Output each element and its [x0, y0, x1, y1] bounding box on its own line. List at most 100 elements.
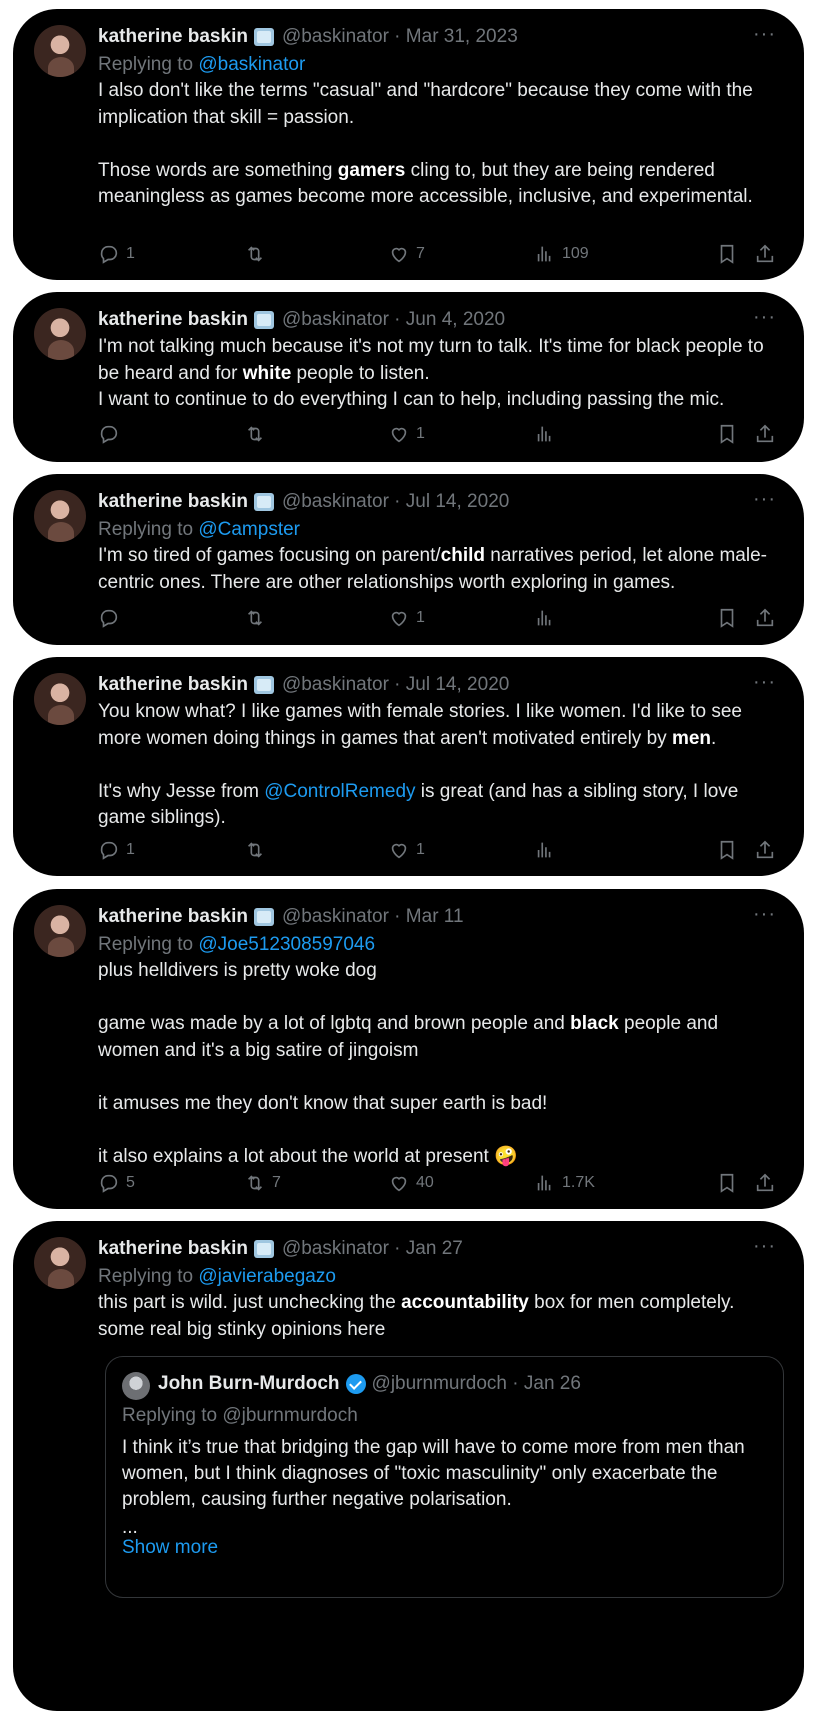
like-button[interactable]: 40	[388, 1170, 434, 1196]
retweet-button[interactable]	[244, 241, 272, 267]
tweet-card[interactable]: katherine baskin @baskinator · Jul 14, 20…	[13, 657, 804, 876]
like-icon	[391, 843, 407, 859]
reply-button[interactable]	[98, 421, 126, 447]
handle[interactable]: @baskinator	[282, 309, 389, 330]
avatar[interactable]	[34, 308, 86, 360]
author-handle[interactable]: @baskinator · Mar 31, 2023	[282, 26, 518, 48]
like-button[interactable]: 7	[388, 241, 425, 267]
show-more-link[interactable]: Show more	[122, 1537, 218, 1559]
tweet-date[interactable]: Mar 11	[406, 906, 464, 927]
tweet-card[interactable]: katherine baskin @baskinator · Jul 14, 20…	[13, 474, 804, 645]
tweet-paragraph: I'm not talking much because it's not my…	[98, 334, 776, 414]
retweet-button[interactable]	[244, 421, 272, 447]
avatar[interactable]	[34, 1237, 86, 1289]
mention-link[interactable]: @ControlRemedy	[264, 781, 415, 802]
tweet-content: katherine baskin @baskinator · Mar 31, 20…	[98, 23, 776, 211]
like-button[interactable]: 1	[388, 837, 425, 863]
more-options-icon[interactable]: ···	[753, 306, 776, 329]
reply-button[interactable]: 1	[98, 837, 135, 863]
quoted-avatar[interactable]	[122, 1372, 150, 1400]
views-button[interactable]	[534, 837, 562, 863]
author-name[interactable]: katherine baskin	[98, 309, 248, 331]
author-name[interactable]: katherine baskin	[98, 906, 248, 928]
tweet-date[interactable]: Jul 14, 2020	[406, 674, 510, 695]
author-handle[interactable]: @baskinator · Jul 14, 2020	[282, 674, 509, 696]
bookmark-button[interactable]	[716, 241, 738, 267]
tweet-date[interactable]: Mar 31, 2023	[406, 26, 518, 47]
tweet-card[interactable]: katherine baskin @baskinator · Mar 31, 20…	[13, 9, 804, 280]
tweet-card[interactable]: katherine baskin @baskinator · Jun 4, 202…	[13, 292, 804, 462]
like-icon	[391, 611, 407, 627]
bookmark-button[interactable]	[716, 837, 738, 863]
text-segment: it amuses me they don't know that super …	[98, 1092, 548, 1114]
views-button[interactable]: 1.7K	[534, 1170, 595, 1196]
author-handle[interactable]: @baskinator · Jan 27	[282, 1238, 463, 1260]
tweet-card[interactable]: katherine baskin @baskinator · Jan 27 ··· R…	[13, 1221, 804, 1711]
tweet-date[interactable]: Jun 4, 2020	[406, 309, 505, 330]
quoted-author-name[interactable]: John Burn-Murdoch	[158, 1373, 340, 1395]
quoted-handle[interactable]: @jburnmurdoch · Jan 26	[372, 1373, 581, 1395]
bookmark-button[interactable]	[716, 1170, 738, 1196]
views-button[interactable]: 109	[534, 241, 589, 267]
author-handle[interactable]: @baskinator · Jul 14, 2020	[282, 491, 509, 513]
more-options-icon[interactable]: ···	[753, 671, 776, 694]
share-button[interactable]	[754, 1170, 776, 1196]
separator: ·	[388, 906, 406, 927]
author-name[interactable]: katherine baskin	[98, 26, 248, 48]
handle[interactable]: @baskinator	[282, 491, 389, 512]
author-handle[interactable]: @baskinator · Jun 4, 2020	[282, 309, 505, 331]
tweet-paragraph: it also explains a lot about the world a…	[98, 1144, 776, 1171]
replying-to-link[interactable]: @baskinator	[198, 54, 305, 75]
handle[interactable]: @baskinator	[282, 26, 389, 47]
share-button[interactable]	[754, 837, 776, 863]
likes-count: 40	[416, 1174, 434, 1191]
replying-to-link[interactable]: @Campster	[198, 519, 300, 540]
like-button[interactable]: 1	[388, 421, 425, 447]
retweet-button[interactable]	[244, 837, 272, 863]
reply-button[interactable]: 1	[98, 241, 135, 267]
tweet-date[interactable]: Jan 27	[406, 1238, 463, 1259]
bookmark-button[interactable]	[716, 421, 738, 447]
quoted-tweet[interactable]: John Burn-Murdoch @jburnmurdoch · Jan 26 R…	[105, 1356, 784, 1598]
replying-to-link[interactable]: @javierabegazo	[198, 1266, 336, 1287]
handle[interactable]: @baskinator	[282, 674, 389, 695]
share-button[interactable]	[754, 241, 776, 267]
tweet-paragraph: You know what? I like games with female …	[98, 699, 776, 752]
retweet-button[interactable]	[244, 605, 272, 631]
share-button[interactable]	[754, 421, 776, 447]
author-name[interactable]: katherine baskin	[98, 491, 248, 513]
replying-to: Replying to @Joe512308597046	[98, 931, 776, 958]
more-options-icon[interactable]: ···	[753, 488, 776, 511]
replying-to-link[interactable]: @Joe512308597046	[198, 934, 375, 955]
reply-button[interactable]	[98, 605, 126, 631]
retweet-icon	[247, 1175, 263, 1191]
author-handle[interactable]: @baskinator · Mar 11	[282, 906, 464, 928]
avatar[interactable]	[34, 673, 86, 725]
views-button[interactable]	[534, 421, 562, 447]
tweet-text: You know what? I like games with female …	[98, 699, 776, 832]
handle[interactable]: @baskinator	[282, 1238, 389, 1259]
views-button[interactable]	[534, 605, 562, 631]
handle[interactable]: @jburnmurdoch	[372, 1373, 507, 1394]
tweet-date[interactable]: Jul 14, 2020	[406, 491, 510, 512]
retweet-button[interactable]: 7	[244, 1170, 281, 1196]
quoted-date[interactable]: Jan 26	[524, 1373, 581, 1394]
avatar[interactable]	[34, 25, 86, 77]
more-options-icon[interactable]: ···	[753, 1235, 776, 1258]
more-options-icon[interactable]: ···	[753, 903, 776, 926]
tweet-text: I'm not talking much because it's not my…	[98, 334, 776, 414]
like-button[interactable]: 1	[388, 605, 425, 631]
author-name[interactable]: katherine baskin	[98, 674, 248, 696]
tweet-card[interactable]: katherine baskin @baskinator · Mar 11 ··· R…	[13, 889, 804, 1209]
handle[interactable]: @baskinator	[282, 906, 389, 927]
avatar[interactable]	[34, 905, 86, 957]
bookmark-button[interactable]	[716, 605, 738, 631]
more-options-icon[interactable]: ···	[753, 23, 776, 46]
avatar[interactable]	[34, 490, 86, 542]
reply-button[interactable]: 5	[98, 1170, 135, 1196]
action-bar: 1	[98, 605, 776, 631]
author-name[interactable]: katherine baskin	[98, 1238, 248, 1260]
replying-to: Replying to @baskinator	[98, 51, 776, 78]
share-button[interactable]	[754, 605, 776, 631]
replying-label: Replying to	[98, 519, 199, 540]
